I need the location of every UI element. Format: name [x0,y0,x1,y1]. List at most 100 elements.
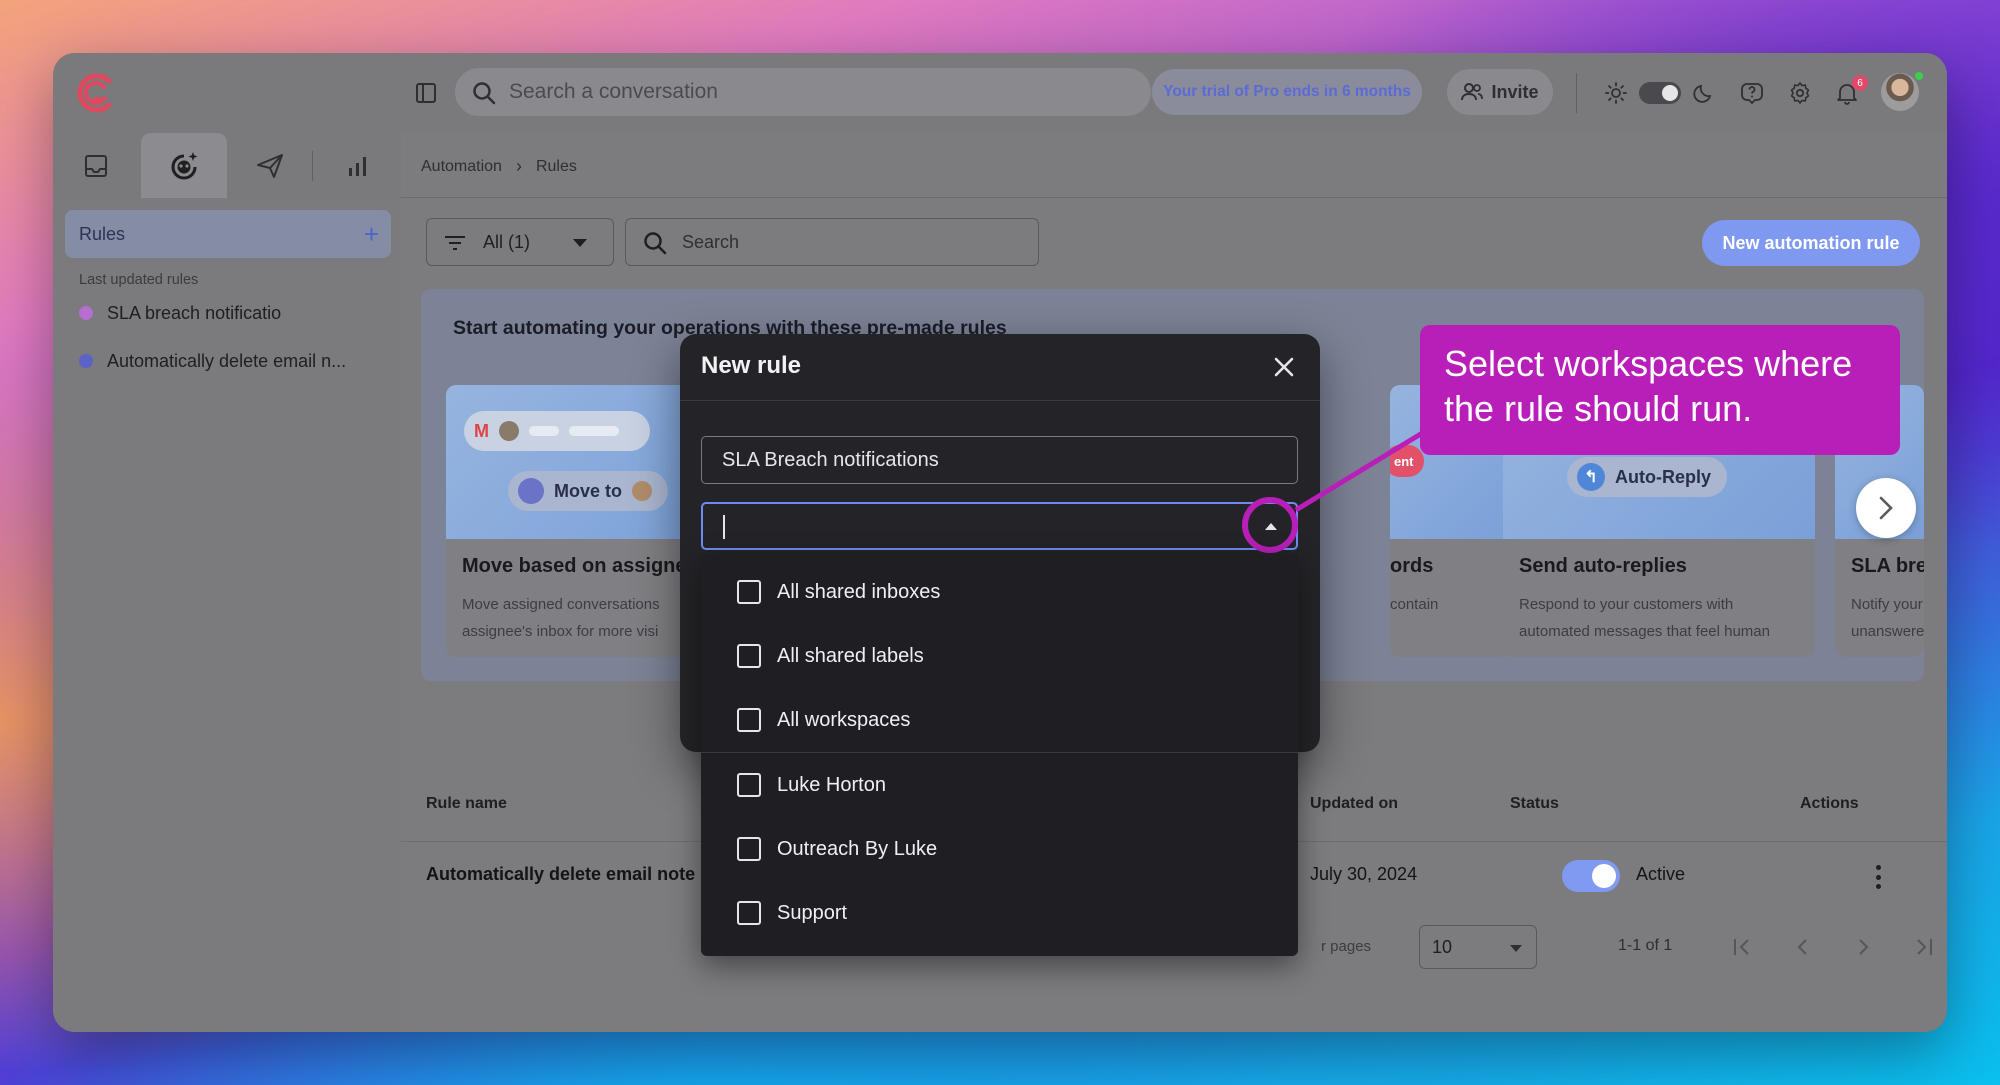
workspace-select-input[interactable] [701,502,1298,550]
option-all-workspaces[interactable]: All workspaces [737,705,910,735]
next-page-icon[interactable] [1849,933,1877,961]
last-page-icon[interactable] [1909,933,1937,961]
rows-per-page-label: r pages [1321,938,1372,955]
sidebar-toggle-icon[interactable] [413,80,439,106]
rule-color-dot [79,354,93,368]
topbar-divider [1576,73,1577,113]
card-title: ords [1390,555,1434,577]
option-label: All shared labels [777,644,924,667]
new-rule-label: New automation rule [1722,232,1900,253]
card-description: Move assigned conversations assignee's i… [462,591,660,645]
filter-icon [445,236,465,250]
nav-tabs [53,133,401,198]
option-all-shared-inboxes[interactable]: All shared inboxes [737,577,940,607]
chevron-right-icon [1879,496,1893,520]
breadcrumb-rules: Rules [535,157,577,175]
logo-icon[interactable] [71,69,119,117]
option-label: Outreach By Luke [777,837,938,860]
move-to-label: Move to [554,480,623,501]
sidebar: Rules + Last updated rules SLA breach no… [53,198,401,1032]
notification-badge: 6 [1852,75,1868,91]
card-description: Respond to your customers with automated… [1519,591,1770,645]
rule-name-input[interactable]: SLA Breach notifications [701,436,1298,484]
top-bar: Search a conversation Your trial of Pro … [53,53,1947,133]
conversation-search-input[interactable]: Search a conversation [455,68,1151,116]
nav-tab-campaigns[interactable] [227,133,313,198]
card-desc-line: unanswered a [1851,623,1924,640]
rule-name-value: SLA Breach notifications [722,448,939,471]
card-desc-line: assignee's inbox for more visi [462,623,659,640]
caret-down-icon [1510,945,1522,952]
urgent-chip-label: ent [1394,453,1414,469]
first-page-icon[interactable] [1729,933,1757,961]
card-desc-line: Move assigned conversations [462,596,660,613]
status-label: Active [1636,864,1686,884]
gmail-icon: M [474,420,489,441]
pagination-range: 1-1 of 1 [1618,937,1673,954]
card-desc-line: Respond to your customers with [1519,596,1734,613]
filter-label: All (1) [483,231,531,252]
modal-divider [680,400,1320,401]
checkbox[interactable] [737,580,761,604]
new-automation-rule-button[interactable]: New automation rule [1702,220,1920,266]
carousel-next-button[interactable] [1856,478,1916,538]
caret-down-icon [573,239,587,247]
rule-name-cell[interactable]: Automatically delete email note r [426,864,707,885]
column-header-updated-on[interactable]: Updated on [1310,795,1398,813]
column-header-rule-name[interactable]: Rule name [426,795,507,813]
option-outreach-by-luke[interactable]: Outreach By Luke [737,834,937,864]
nav-tab-automation[interactable] [141,133,227,198]
invite-button[interactable]: Invite [1447,69,1553,115]
checkbox[interactable] [737,773,761,797]
sidebar-rules-header[interactable]: Rules + [65,210,391,258]
checkbox[interactable] [737,708,761,732]
checkbox[interactable] [737,837,761,861]
inbox-icon [85,154,107,177]
option-support[interactable]: Support [737,898,847,928]
nav-tab-analytics[interactable] [315,133,401,198]
rows-per-page-value: 10 [1432,936,1453,957]
sidebar-rule-label: Automatically delete email n... [107,350,347,371]
option-label: Luke Horton [777,773,886,796]
checkbox[interactable] [737,901,761,925]
more-actions-icon[interactable] [1874,865,1882,889]
chip-placeholder [529,426,559,436]
option-label: Support [777,901,848,924]
trial-banner[interactable]: Your trial of Pro ends in 6 months [1152,69,1422,115]
status-toggle[interactable] [1562,860,1620,892]
close-icon[interactable] [1269,352,1299,382]
checkbox[interactable] [737,644,761,668]
gear-icon[interactable] [1787,80,1813,106]
header-divider [401,197,1947,198]
column-header-status[interactable]: Status [1510,795,1559,813]
user-icon [632,481,653,501]
nav-tab-inbox[interactable] [53,133,139,198]
option-luke-horton[interactable]: Luke Horton [737,770,886,800]
search-icon [473,82,496,105]
inbox-icon [518,478,544,504]
previous-page-icon[interactable] [1789,933,1817,961]
reply-icon: ↰ [1577,463,1605,491]
moon-icon[interactable] [1691,80,1717,106]
search-icon [644,232,667,255]
breadcrumb-automation[interactable]: Automation [421,158,502,176]
sidebar-rule-item[interactable]: Automatically delete email n... [79,347,346,375]
theme-toggle[interactable] [1639,82,1681,104]
rows-per-page-select[interactable]: 10 [1419,925,1537,969]
online-status-dot [1913,70,1925,82]
modal-title: New rule [701,352,802,379]
filter-select[interactable]: All (1) [426,218,614,266]
add-rule-icon[interactable]: + [364,219,379,250]
rules-search-placeholder: Search [682,231,740,252]
invite-label: Invite [1491,81,1539,102]
auto-reply-label: Auto-Reply [1615,466,1711,487]
rule-color-dot [79,306,93,320]
card-description: contain [1390,591,1438,618]
sun-icon[interactable] [1603,80,1629,106]
option-all-shared-labels[interactable]: All shared labels [737,641,924,671]
help-icon[interactable] [1739,80,1765,106]
chevron-right-icon: › [515,156,522,176]
move-to-chip: Move to [508,471,669,511]
rules-search-input[interactable]: Search [625,218,1039,266]
sidebar-rule-item[interactable]: SLA breach notificatio [79,299,281,327]
